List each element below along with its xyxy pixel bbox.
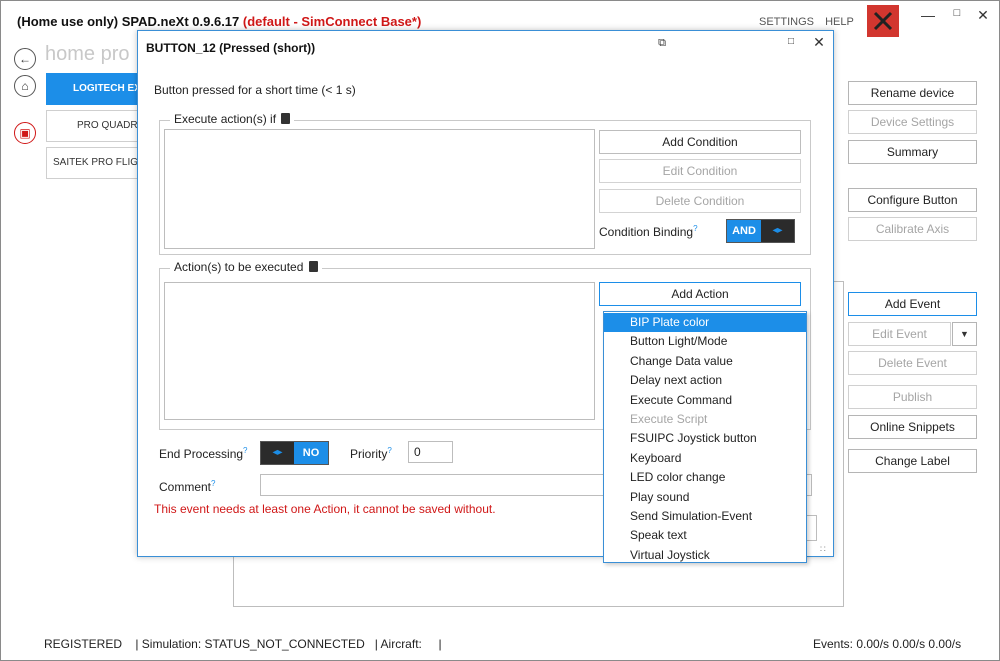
actions-list[interactable] xyxy=(164,282,595,420)
dialog-close-button[interactable]: ✕ xyxy=(810,34,828,52)
device-settings-button[interactable]: Device Settings xyxy=(848,110,977,134)
back-icon[interactable]: ← xyxy=(14,48,36,70)
add-action-button[interactable]: Add Action xyxy=(599,282,801,306)
end-processing-label: End Processing? xyxy=(159,446,248,461)
publish-button[interactable]: Publish xyxy=(848,385,977,409)
app-title-text: (Home use only) SPAD.neXt 0.9.6.17 xyxy=(17,14,243,29)
add-condition-button[interactable]: Add Condition xyxy=(599,130,801,154)
help-icon[interactable]: ? xyxy=(387,446,391,455)
comment-text: Comment xyxy=(159,480,212,494)
action-menu-item[interactable]: Speak text xyxy=(604,526,806,545)
events-rate: Events: 0.00/s 0.00/s 0.00/s xyxy=(813,637,962,651)
add-action-menu: BIP Plate color Button Light/Mode Change D… xyxy=(603,311,807,563)
device-tab-pro-quadrant[interactable]: PRO QUADRA xyxy=(46,110,146,142)
actions-group-header: Action(s) to be executed xyxy=(170,260,322,274)
delete-event-button[interactable]: Delete Event xyxy=(848,351,977,375)
help-icon[interactable]: ? xyxy=(693,224,697,233)
conditions-group-header: Execute action(s) if xyxy=(170,112,295,126)
change-label-button[interactable]: Change Label xyxy=(848,449,977,473)
help-icon[interactable]: ? xyxy=(243,446,247,455)
delete-condition-button[interactable]: Delete Condition xyxy=(599,189,801,213)
book-icon[interactable] xyxy=(308,261,318,272)
dialog-maximize-button[interactable]: □ xyxy=(782,36,800,52)
action-menu-item: Execute Script xyxy=(630,412,708,426)
comment-label: Comment? xyxy=(159,479,215,494)
action-menu-item[interactable]: Execute Command xyxy=(604,391,806,410)
profile-name: (default - SimConnect Base*) xyxy=(242,14,422,29)
action-menu-item[interactable]: Virtual Joystick xyxy=(604,546,806,565)
validation-error: This event needs at least one Action, it… xyxy=(154,502,496,516)
status-bar: REGISTERED | Simulation: STATUS_NOT_CONN… xyxy=(1,633,1000,655)
device-tab-logitech[interactable]: LOGITECH EXT xyxy=(46,73,146,105)
edit-event-button[interactable]: Edit Event xyxy=(848,322,951,346)
action-menu-item[interactable]: LED color change xyxy=(604,468,806,487)
dialog-restore-icon[interactable]: ⧉ xyxy=(653,37,671,53)
red-plane-icon xyxy=(873,11,893,31)
rename-device-button[interactable]: Rename device xyxy=(848,81,977,105)
close-button[interactable]: ✕ xyxy=(971,7,995,27)
book-icon[interactable] xyxy=(281,113,291,124)
help-icon[interactable]: ? xyxy=(211,479,215,488)
help-link[interactable]: HELP xyxy=(825,16,854,28)
action-menu-item[interactable]: BIP Plate color xyxy=(604,313,806,332)
priority-text: Priority xyxy=(350,447,388,461)
save-icon[interactable]: ▣ xyxy=(14,122,36,144)
action-menu-item[interactable]: FSUIPC Joystick button xyxy=(604,429,806,448)
action-menu-item[interactable]: Play sound xyxy=(604,488,806,507)
dialog-description: Button pressed for a short time (< 1 s) xyxy=(154,83,356,97)
settings-link[interactable]: SETTINGS xyxy=(759,16,814,28)
conditions-list[interactable] xyxy=(164,129,595,249)
resize-grip-icon[interactable]: ∷ xyxy=(820,544,826,555)
add-event-button[interactable]: Add Event xyxy=(848,292,977,316)
simconnect-status-icon[interactable] xyxy=(867,5,899,37)
end-processing-value: NO xyxy=(294,442,328,464)
top-links: SETTINGS HELP xyxy=(759,16,862,28)
toggle-arrows-icon: ◂▸ xyxy=(761,220,794,242)
device-tab-saitek[interactable]: SAITEK PRO FLIGHT xyxy=(46,147,146,179)
home-breadcrumb: home pro xyxy=(45,43,130,65)
condition-binding-label: Condition Binding? xyxy=(599,224,698,239)
maximize-button[interactable]: □ xyxy=(945,7,969,27)
end-processing-text: End Processing xyxy=(159,447,244,461)
calibrate-axis-button[interactable]: Calibrate Axis xyxy=(848,217,977,241)
home-icon[interactable]: ⌂ xyxy=(14,75,36,97)
edit-condition-button[interactable]: Edit Condition xyxy=(599,159,801,183)
dialog-title: BUTTON_12 (Pressed (short)) xyxy=(146,41,316,55)
action-menu-item[interactable]: Send Simulation-Event xyxy=(604,507,806,526)
action-menu-item[interactable]: Change Data value xyxy=(604,352,806,371)
condition-binding-toggle[interactable]: AND ◂▸ xyxy=(726,219,795,243)
edit-event-dropdown-icon[interactable]: ▼ xyxy=(952,322,977,346)
condition-binding-text: Condition Binding xyxy=(599,225,694,239)
app-title: (Home use only) SPAD.neXt 0.9.6.17 (defa… xyxy=(17,14,421,29)
minimize-button[interactable]: — xyxy=(916,7,940,27)
priority-input[interactable]: 0 xyxy=(408,441,453,463)
binding-value: AND xyxy=(727,220,761,242)
actions-group-label: Action(s) to be executed xyxy=(174,260,304,274)
action-menu-item[interactable]: Delay next action xyxy=(604,371,806,390)
toggle-arrows-icon: ◂▸ xyxy=(261,442,294,464)
configure-button[interactable]: Configure Button xyxy=(848,188,977,212)
summary-button[interactable]: Summary xyxy=(848,140,977,164)
end-processing-toggle[interactable]: ◂▸ NO xyxy=(260,441,329,465)
priority-label: Priority? xyxy=(350,446,392,461)
action-menu-item[interactable]: Button Light/Mode xyxy=(604,332,806,351)
action-menu-item[interactable]: Keyboard xyxy=(604,449,806,468)
status-text: REGISTERED | Simulation: STATUS_NOT_CONN… xyxy=(44,637,442,651)
conditions-group-label: Execute action(s) if xyxy=(174,112,277,126)
online-snippets-button[interactable]: Online Snippets xyxy=(848,415,977,439)
